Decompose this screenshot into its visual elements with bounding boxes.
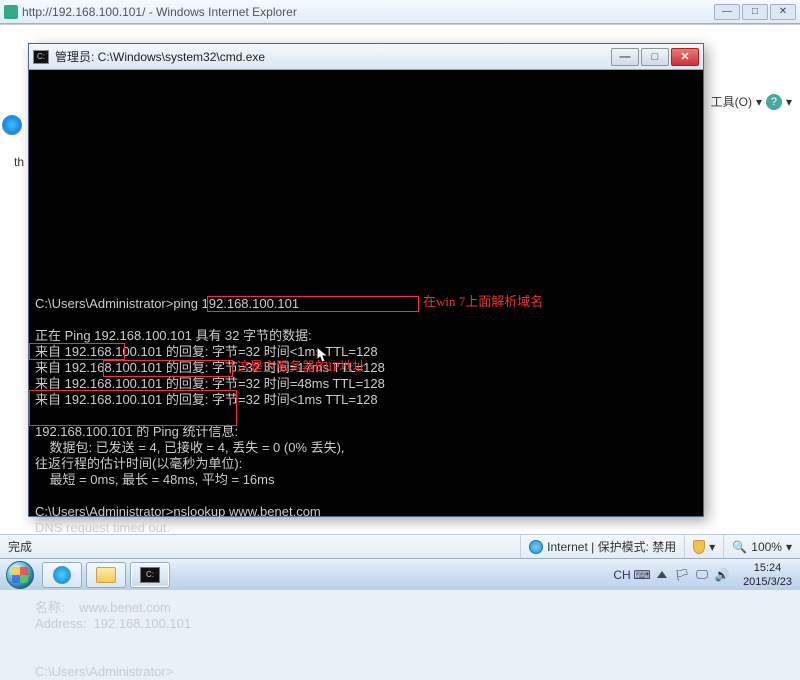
- ie-close-button[interactable]: ✕: [770, 4, 796, 20]
- cmd-output-line: C:\Users\Administrator>ping 192.168.100.…: [35, 296, 697, 312]
- taskbar-item-explorer[interactable]: [86, 562, 126, 588]
- protected-dropdown-icon: ▾: [709, 540, 715, 554]
- cmd-icon: C:: [140, 567, 160, 583]
- system-tray: CH ⌨ 🏳 🖵 🔊 15:24 2015/3/23: [609, 559, 800, 590]
- ie-minimize-button[interactable]: —: [714, 4, 740, 20]
- cmd-output-line: 来自 192.168.100.101 的回复: 字节=32 时间<1ms TTL…: [35, 392, 697, 408]
- cmd-output-line: 来自 192.168.100.101 的回复: 字节=32 时间<1ms TTL…: [35, 344, 697, 360]
- cmd-output-line: C:\Users\Administrator>: [35, 664, 697, 680]
- statusbar-zoom[interactable]: 🔍 100% ▾: [723, 535, 800, 558]
- tray-time: 15:24: [743, 561, 792, 575]
- tray-keyboard-icon[interactable]: ⌨: [635, 568, 649, 582]
- annotation-label-win7: 在win 7上面解析域名: [423, 294, 543, 310]
- ie-window-buttons: — □ ✕: [714, 4, 796, 20]
- ie-logo-icon: [2, 115, 22, 135]
- cmd-window-title: 管理员: C:\Windows\system32\cmd.exe: [55, 48, 611, 65]
- cmd-output-line: 来自 192.168.100.101 的回复: 字节=32 时间=48ms TT…: [35, 376, 697, 392]
- cmd-output-line: [35, 280, 697, 296]
- cmd-output-line: 来自 192.168.100.101 的回复: 字节=32 时间=17ms TT…: [35, 360, 697, 376]
- cmd-terminal-body[interactable]: 在win 7上面解析域名 这是主服务器的IP地址 C:\Users\Admini…: [29, 70, 703, 516]
- ie-maximize-button[interactable]: □: [742, 4, 768, 20]
- cmd-close-button[interactable]: ✕: [671, 48, 699, 66]
- cmd-maximize-button[interactable]: □: [641, 48, 669, 66]
- internet-zone-icon: [529, 540, 543, 554]
- cmd-output-line: 名称: www.benet.com: [35, 600, 697, 616]
- cmd-output-line: Address: 192.168.100.101: [35, 616, 697, 632]
- tray-action-center-icon[interactable]: 🏳: [675, 568, 689, 582]
- folder-icon: [96, 567, 116, 583]
- start-button[interactable]: [0, 559, 40, 591]
- ie-page-icon: [4, 5, 18, 19]
- tray-ime-indicator[interactable]: CH: [615, 568, 629, 582]
- statusbar-zone-text: Internet | 保护模式: 禁用: [547, 538, 676, 555]
- shield-icon: [693, 540, 705, 554]
- tray-icons: CH ⌨ 🏳 🖵 🔊: [609, 568, 735, 582]
- tray-date: 2015/3/23: [743, 575, 792, 589]
- cmd-titlebar[interactable]: C: 管理员: C:\Windows\system32\cmd.exe — □ …: [29, 44, 703, 70]
- tray-show-hidden-icon[interactable]: [655, 568, 669, 582]
- zoom-icon: 🔍: [732, 540, 747, 554]
- cmd-output-line: 正在 Ping 192.168.100.101 具有 32 字节的数据:: [35, 328, 697, 344]
- ie-tools-dropdown-icon[interactable]: ▾: [756, 95, 762, 109]
- ie-tools-strip: 工具(O) ▾ ? ▾: [705, 91, 798, 112]
- cmd-output-line: [35, 488, 697, 504]
- cmd-output-line: 数据包: 已发送 = 4, 已接收 = 4, 丢失 = 0 (0% 丢失),: [35, 440, 697, 456]
- zoom-dropdown-icon: ▾: [786, 540, 792, 554]
- ie-window-title: http://192.168.100.101/ - Windows Intern…: [22, 5, 714, 19]
- ie-content-area: 工具(O) ▾ ? ▾ th C: 管理员: C:\Windows\system…: [0, 24, 800, 534]
- annotation-label-primary-ip: 这是主服务器的IP地址: [237, 359, 366, 375]
- cmd-output-line: C:\Users\Administrator>nslookup www.bene…: [35, 504, 697, 520]
- taskbar-item-ie[interactable]: [42, 562, 82, 588]
- tray-network-icon[interactable]: 🖵: [695, 568, 709, 582]
- statusbar-done: 完成: [0, 538, 40, 555]
- cmd-title-icon: C:: [33, 50, 49, 64]
- ie-statusbar: 完成 Internet | 保护模式: 禁用 ▾ 🔍 100% ▾: [0, 534, 800, 558]
- cmd-output-line: 最短 = 0ms, 最长 = 48ms, 平均 = 16ms: [35, 472, 697, 488]
- cmd-window[interactable]: C: 管理员: C:\Windows\system32\cmd.exe — □ …: [28, 43, 704, 517]
- taskbar: C: CH ⌨ 🏳 🖵 🔊 15:24 2015/3/23: [0, 558, 800, 590]
- cmd-output-line: [35, 312, 697, 328]
- page-body-text: th: [14, 155, 24, 169]
- statusbar-zoom-text: 100%: [751, 540, 782, 554]
- ie-icon: [53, 566, 71, 584]
- taskbar-item-cmd[interactable]: C:: [130, 562, 170, 588]
- tray-volume-icon[interactable]: 🔊: [715, 568, 729, 582]
- help-icon[interactable]: ?: [766, 94, 782, 110]
- ie-tools-menu[interactable]: 工具(O): [711, 93, 752, 110]
- statusbar-protected-mode-icon[interactable]: ▾: [684, 535, 723, 558]
- cmd-output-line: [35, 648, 697, 664]
- ie-help-dropdown-icon[interactable]: ▾: [786, 95, 792, 109]
- cmd-output-line: [35, 632, 697, 648]
- windows-orb-icon: [6, 561, 34, 589]
- cmd-output-line: 192.168.100.101 的 Ping 统计信息:: [35, 424, 697, 440]
- ie-titlebar: http://192.168.100.101/ - Windows Intern…: [0, 0, 800, 24]
- cmd-window-buttons: — □ ✕: [611, 48, 699, 66]
- statusbar-zone[interactable]: Internet | 保护模式: 禁用: [520, 535, 684, 558]
- cmd-minimize-button[interactable]: —: [611, 48, 639, 66]
- cmd-output-line: [35, 408, 697, 424]
- cmd-output-line: 往返行程的估计时间(以毫秒为单位):: [35, 456, 697, 472]
- tray-clock[interactable]: 15:24 2015/3/23: [735, 561, 800, 589]
